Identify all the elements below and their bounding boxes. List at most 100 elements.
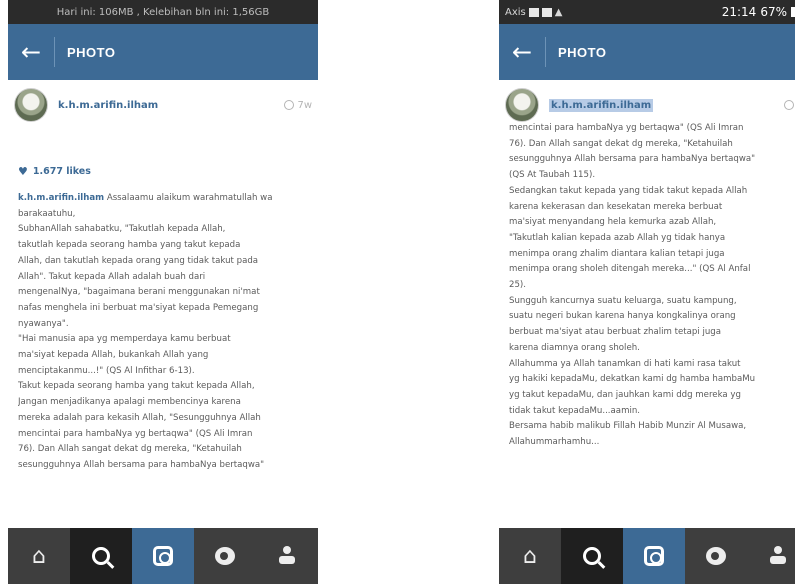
caption-line: Allahummarhamhu...: [509, 437, 600, 448]
page-title: PHOTO: [558, 44, 607, 60]
caption-line: Jangan menjadikanya apalagi membencinya …: [18, 397, 241, 408]
avatar[interactable]: [14, 88, 48, 122]
phone-screen-left: Hari ini: 106MB , Kelebihan bln ini: 1,5…: [8, 0, 318, 584]
warning-icon: ▲: [554, 6, 563, 18]
caption-line: SubhanAllah sahabatku, "Takutlah kepada …: [18, 224, 226, 235]
caption-line: mencintai para hambaNya yg bertaqwa" (QS…: [18, 428, 253, 439]
nav-search[interactable]: [561, 528, 623, 584]
caption-line: k.h.m.arifin.ilham Assalaamu alaikum war…: [18, 191, 312, 207]
timestamp-text: 7w: [297, 99, 312, 111]
nav-home[interactable]: ⌂: [499, 528, 561, 584]
caption-line: menimpa orang sholeh ditengah mereka..."…: [509, 264, 751, 275]
likes-count[interactable]: ♥ 1.677 likes: [18, 165, 91, 178]
caption-line: Sedangkan takut kepada yang tidak takut …: [509, 185, 748, 196]
caption-line: barakaatuhu,: [18, 208, 76, 219]
nav-search[interactable]: [70, 528, 132, 584]
caption-line: mereka adalah para kekasih Allah, "Sesun…: [18, 412, 261, 423]
back-arrow-icon: ←: [20, 38, 42, 66]
divider: [545, 37, 546, 67]
caption-line: Allah". Takut kepada Allah adalah buah d…: [18, 271, 206, 282]
caption-line: sesungguhnya Allah bersama para hambaNya…: [509, 154, 756, 165]
caption-line: nyawanya".: [18, 318, 69, 329]
home-icon: ⌂: [32, 543, 46, 569]
caption-line: menimpa orang zhalim diantara kalian tet…: [509, 248, 725, 259]
nav-camera[interactable]: [623, 528, 685, 584]
caption-line: karena kekerasan dan kesekatan mereka be…: [509, 201, 723, 212]
caption-line: menciptakanmu...!" (QS Al Infithar 6-13)…: [18, 365, 195, 376]
back-button[interactable]: ←: [8, 24, 54, 80]
search-icon: [92, 547, 110, 565]
activity-icon: [706, 547, 726, 565]
page-title: PHOTO: [67, 44, 116, 60]
status-time: 21:14 67%: [722, 5, 795, 19]
post-caption: k.h.m.arifin.ilham Assalaamu alaikum war…: [18, 191, 312, 528]
caption-line: Takut kepada seorang hamba yang takut ke…: [18, 381, 255, 392]
search-icon: [583, 547, 601, 565]
caption-line: mengenalNya, "bagaimana berani menggunak…: [18, 287, 260, 298]
caption-line: Bersama habib malikub Fillah Habib Munzi…: [509, 421, 747, 432]
back-button[interactable]: ←: [499, 24, 545, 80]
nav-camera[interactable]: [132, 528, 194, 584]
clock-icon: [284, 100, 295, 110]
divider: [54, 37, 55, 67]
caption-line: yg hakiki kepadaMu, dekatkan kami dg ham…: [509, 374, 756, 385]
home-icon: ⌂: [523, 543, 537, 569]
activity-icon: [215, 547, 235, 565]
username-link[interactable]: k.h.m.arifin.ilham: [549, 98, 654, 112]
caption-line: suatu negeri bukan karena hanya kongkali…: [509, 311, 736, 322]
profile-icon: [278, 546, 296, 566]
caption-line: takutlah kepada seorang hamba yang takut…: [18, 240, 241, 251]
caption-line: 25).: [509, 280, 527, 291]
caption-line: 76). Dan Allah sangat dekat dg mereka, "…: [509, 138, 733, 149]
nav-profile[interactable]: [747, 528, 795, 584]
post-header: k.h.m.arifin.ilham 7: [499, 84, 795, 126]
caption-line: sesungguhnya Allah bersama para hambaNya…: [18, 459, 265, 470]
status-bar: Axis ▲ 21:14 67%: [499, 0, 795, 24]
status-icons: Axis ▲: [505, 7, 562, 18]
image-icon: [541, 7, 552, 17]
app-bar: ← PHOTO: [499, 24, 795, 80]
caption-line: "Hai manusia apa yg memperdaya kamu berb…: [18, 334, 231, 345]
caption-line: "Takutlah kalian kepada azab Allah yg ti…: [509, 232, 726, 243]
battery-text: 67%: [760, 5, 787, 19]
caption-line: Allahumma ya Allah tanamkan di hati kami…: [509, 358, 741, 369]
profile-icon: [769, 546, 787, 566]
caption-username-link[interactable]: k.h.m.arifin.ilham: [18, 193, 104, 203]
post-caption: mencintai para hambaNya yg bertaqwa" (QS…: [509, 121, 795, 528]
caption-line: (QS At Taubah 115).: [509, 170, 596, 181]
status-bar: Hari ini: 106MB , Kelebihan bln ini: 1,5…: [8, 0, 318, 24]
nav-profile[interactable]: [256, 528, 318, 584]
caption-text: Assalaamu alaikum warahmatullah wa: [106, 193, 273, 203]
time-text: 21:14: [721, 5, 757, 19]
notification-icon: [528, 7, 539, 17]
caption-line: Sungguh kancurnya suatu keluarga, suatu …: [509, 295, 737, 306]
post-timestamp: 7w: [284, 100, 312, 111]
app-bar: ← PHOTO: [8, 24, 318, 80]
caption-line: berbuat ma'siyat atau berbuat zhalim tet…: [509, 327, 722, 338]
nav-activity[interactable]: [685, 528, 747, 584]
caption-line: mencintai para hambaNya yg bertaqwa" (QS…: [509, 123, 744, 133]
back-arrow-icon: ←: [511, 38, 533, 66]
caption-line: karena diamnya orang sholeh.: [509, 342, 640, 353]
caption-line: nafas menghela ini berbuat ma'siyat kepa…: [18, 302, 259, 313]
post-timestamp: 7: [783, 100, 795, 111]
nav-home[interactable]: ⌂: [8, 528, 70, 584]
caption-line: Allah, dan takutlah kepada orang yang ti…: [18, 255, 259, 266]
username-link[interactable]: k.h.m.arifin.ilham: [58, 100, 158, 111]
caption-line: tidak takut kepadaMu...aamin.: [509, 405, 641, 416]
clock-icon: [783, 100, 794, 110]
avatar[interactable]: [505, 88, 539, 122]
caption-line: 76). Dan Allah sangat dekat dg mereka, "…: [18, 444, 242, 455]
bottom-nav: ⌂: [8, 528, 318, 584]
likes-text: 1.677 likes: [32, 166, 91, 177]
bottom-nav: ⌂: [499, 528, 795, 584]
caption-line: ma'siyat menyandang hela kemurka azab Al…: [509, 217, 717, 228]
camera-icon: [644, 546, 664, 566]
heart-icon: ♥: [18, 165, 28, 178]
camera-icon: [153, 546, 173, 566]
battery-icon: [791, 7, 795, 17]
data-usage-text: Hari ini: 106MB , Kelebihan bln ini: 1,5…: [56, 6, 270, 18]
post-header: k.h.m.arifin.ilham 7w: [8, 84, 318, 126]
nav-activity[interactable]: [194, 528, 256, 584]
carrier-text: Axis: [505, 6, 526, 18]
